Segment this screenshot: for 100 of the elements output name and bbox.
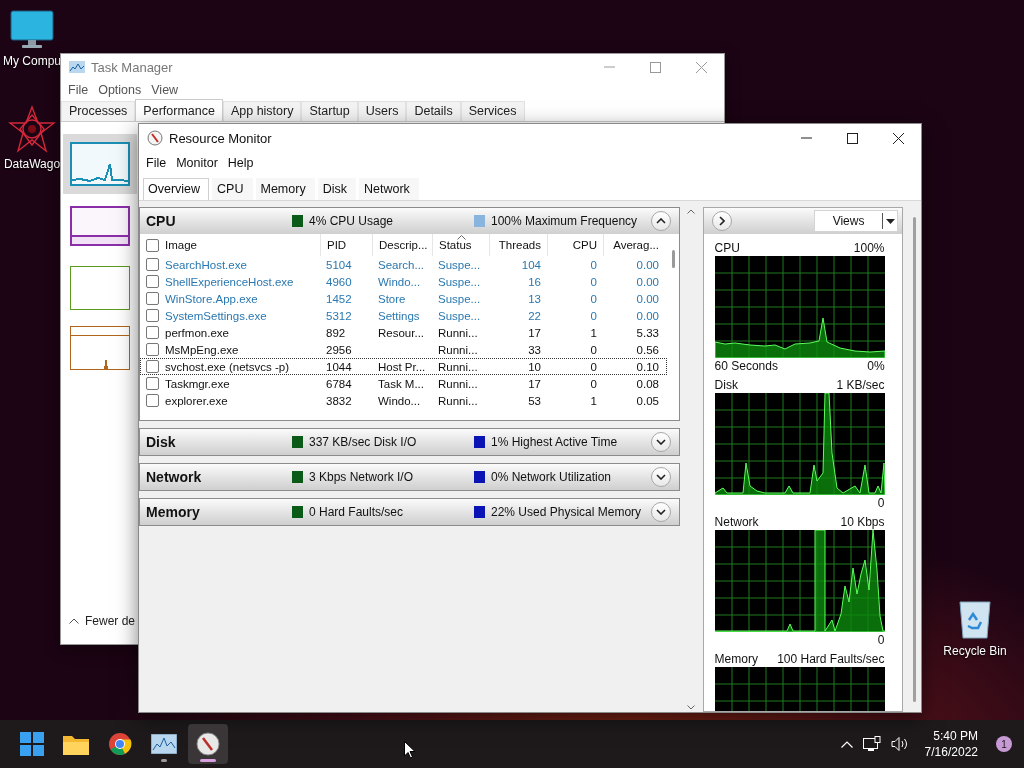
- column-header[interactable]: Averag...: [603, 234, 665, 256]
- menu-item[interactable]: View: [146, 83, 184, 97]
- table-cell-text: Settings: [377, 309, 421, 322]
- clock[interactable]: 5:40 PM 7/16/2022: [924, 729, 978, 759]
- graph-scale: 10 Kbps: [840, 515, 885, 529]
- fewer-details-link[interactable]: Fewer de: [85, 614, 136, 628]
- tab[interactable]: Details: [406, 101, 461, 121]
- performance-graph-tile[interactable]: [63, 134, 137, 194]
- tab[interactable]: Network: [358, 178, 419, 200]
- column-header[interactable]: Image: [140, 234, 320, 256]
- checkbox[interactable]: [146, 326, 159, 339]
- checkbox[interactable]: [146, 275, 159, 288]
- table-cell-text: 1: [589, 394, 598, 407]
- chevron-up-icon[interactable]: [840, 740, 853, 748]
- scroll-thumb[interactable]: [671, 250, 675, 268]
- column-header[interactable]: PID: [320, 234, 372, 256]
- process-row[interactable]: explorer.exe 3832 Windo... Runni... 53 1 0.05: [140, 392, 667, 409]
- section-header[interactable]: Disk 337 KB/sec Disk I/O 1% Highest Active Time: [140, 429, 679, 455]
- table-cell-text: 10: [527, 360, 542, 373]
- checkbox[interactable]: [146, 377, 159, 390]
- chevron-down-icon: [656, 509, 666, 515]
- speaker-icon[interactable]: [890, 736, 909, 752]
- desktop-shortcut[interactable]: Recycle Bin: [943, 596, 1007, 658]
- tab[interactable]: Users: [357, 101, 407, 121]
- table-cell-text: Task M...: [377, 377, 425, 390]
- table-cell-text: Suspe...: [437, 309, 482, 322]
- expand-button[interactable]: [651, 432, 671, 452]
- menu-item[interactable]: Options: [93, 83, 147, 97]
- menu-item[interactable]: Monitor: [171, 156, 223, 170]
- collapse-button[interactable]: [651, 211, 671, 231]
- tab[interactable]: Processes: [61, 101, 136, 121]
- graph-window-icon: [151, 734, 177, 754]
- tab[interactable]: Overview: [143, 178, 210, 200]
- checkbox[interactable]: [146, 258, 159, 271]
- tab[interactable]: Performance: [135, 99, 223, 121]
- tab[interactable]: Disk: [317, 178, 356, 200]
- section-header[interactable]: Memory 0 Hard Faults/sec 22% Used Physical Memory: [140, 499, 679, 525]
- tab[interactable]: App history: [222, 101, 302, 121]
- checkbox[interactable]: [146, 309, 159, 322]
- process-row[interactable]: Taskmgr.exe 6784 Task M... Runni... 17 0 0.08: [140, 375, 667, 392]
- expand-button[interactable]: [651, 467, 671, 487]
- folder-icon: [63, 733, 89, 755]
- process-row[interactable]: ShellExperienceHost.exe 4960 Windo... Suspe... 16 0 0.00: [140, 273, 667, 290]
- process-row[interactable]: SearchHost.exe 5104 Search... Suspe... 104 0 0.00: [140, 256, 667, 273]
- table-cell-text: Host Pr...: [377, 360, 427, 373]
- process-row[interactable]: WinStore.App.exe 1452 Store Suspe... 13 0 0.00: [140, 290, 667, 307]
- table-cell-text: 892: [325, 326, 347, 339]
- checkbox[interactable]: [146, 292, 159, 305]
- process-row[interactable]: SystemSettings.exe 5312 Settings Suspe... 22 0 0.00: [140, 307, 667, 324]
- checkbox[interactable]: [146, 343, 159, 356]
- menu-item[interactable]: File: [141, 156, 172, 170]
- menu-item[interactable]: Help: [222, 156, 259, 170]
- tab[interactable]: Services: [460, 101, 525, 121]
- shortcut-label: Recycle Bin: [943, 644, 1007, 658]
- table-cell-text: 53: [527, 394, 542, 407]
- tab[interactable]: Memory: [255, 178, 315, 200]
- graph-scale: 100%: [853, 241, 885, 255]
- checkbox[interactable]: [146, 238, 159, 252]
- windows-logo-icon: [20, 732, 44, 756]
- column-header[interactable]: Threads: [489, 234, 547, 256]
- table-cell-text: 4960: [325, 275, 353, 288]
- section-header[interactable]: CPU 4% CPU Usage 100% Maximum Frequency: [140, 208, 679, 234]
- process-row[interactable]: MsMpEng.exe 2956 Runni... 33 0 0.56: [140, 341, 667, 358]
- menu-item[interactable]: File: [63, 83, 94, 97]
- table-cell: svchost.exe (netsvcs -p): [140, 360, 320, 373]
- tab[interactable]: Startup: [301, 101, 358, 121]
- taskbar-app-button[interactable]: [188, 724, 228, 764]
- table-cell-text: 16: [527, 275, 542, 288]
- stat-label: 4% CPU Usage: [309, 214, 394, 228]
- views-dropdown[interactable]: Views: [814, 210, 899, 232]
- section-title: CPU: [146, 213, 177, 229]
- checkbox[interactable]: [146, 394, 159, 407]
- desktop-shortcut[interactable]: DataWago: [0, 105, 64, 171]
- expand-panel-button[interactable]: [711, 211, 732, 231]
- checkbox[interactable]: [146, 360, 159, 373]
- network-icon[interactable]: [862, 736, 881, 752]
- column-header[interactable]: CPU: [547, 234, 603, 256]
- table-cell-text: 0: [589, 258, 598, 271]
- table-cell: SearchHost.exe: [140, 258, 320, 271]
- notification-badge[interactable]: 1: [996, 736, 1012, 752]
- column-header[interactable]: Status: [432, 234, 489, 256]
- table-cell: MsMpEng.exe: [140, 343, 320, 356]
- caret-icon: [885, 218, 895, 224]
- table-cell-text: Store: [377, 292, 407, 305]
- table-cell-text: 1: [589, 326, 598, 339]
- table-cell-text: Runni...: [437, 360, 479, 373]
- table-cell-text: 0.00: [635, 258, 660, 271]
- scroll-down-icon: [687, 705, 695, 710]
- table-cell-text: Search...: [377, 258, 426, 271]
- desktop-shortcut[interactable]: My Compu: [0, 10, 64, 68]
- maximize-icon: [649, 61, 661, 73]
- stat-label: 22% Used Physical Memory: [491, 505, 642, 519]
- process-row[interactable]: svchost.exe (netsvcs -p) 1044 Host Pr... Runni... 10 0 0.10: [140, 358, 667, 375]
- tab[interactable]: CPU: [212, 178, 253, 200]
- graph-title: Memory: [714, 652, 758, 666]
- expand-button[interactable]: [651, 502, 671, 522]
- process-row[interactable]: perfmon.exe 892 Resour... Runni... 17 1 5.33: [140, 324, 667, 341]
- table-cell: Taskmgr.exe: [140, 377, 320, 390]
- column-header[interactable]: Descrip...: [372, 234, 432, 256]
- section-header[interactable]: Network 3 Kbps Network I/O 0% Network Utilization: [140, 464, 679, 490]
